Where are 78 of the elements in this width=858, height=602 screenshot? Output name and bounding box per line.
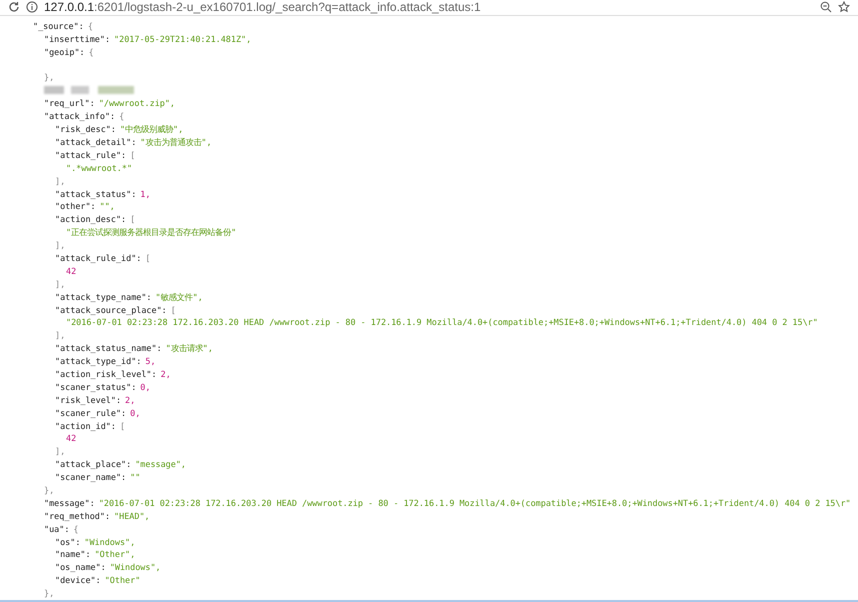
- json-value: "攻击为普通攻击",: [140, 136, 212, 149]
- json-bracket: ],: [55, 329, 66, 342]
- json-key: "req_method":: [44, 510, 110, 523]
- json-key: "attack_detail":: [55, 136, 136, 149]
- reload-icon[interactable]: [8, 1, 20, 14]
- json-bracket: ],: [55, 239, 66, 252]
- json-value: "",: [100, 200, 115, 214]
- json-key: "inserttime":: [44, 32, 110, 46]
- json-bracket: ],: [55, 278, 66, 291]
- zoom-icon[interactable]: [820, 1, 832, 14]
- json-value: 0,: [130, 406, 140, 420]
- json-key: "attack_info":: [44, 110, 116, 124]
- json-value: "Windows",: [110, 561, 161, 574]
- json-key: "ua":: [44, 522, 70, 536]
- json-value: "敏感文件",: [156, 290, 203, 304]
- json-key: "name":: [55, 548, 91, 562]
- json-bracket: {: [73, 522, 78, 536]
- json-key: "attack_source_place":: [55, 304, 167, 316]
- json-value: 5,: [145, 355, 156, 368]
- json-key: "attack_type_name":: [55, 290, 152, 304]
- json-bracket: },: [44, 587, 54, 600]
- json-key: "action_desc":: [55, 213, 126, 226]
- json-key: "req_url":: [44, 97, 95, 110]
- json-key: "message":: [44, 496, 95, 510]
- json-value: "正在尝试探测服务器根目录是否存在网站备份": [66, 226, 236, 240]
- json-value: 42: [66, 432, 76, 446]
- json-key: "risk_desc":: [55, 123, 116, 136]
- json-key: "other":: [55, 200, 96, 214]
- json-value: "message",: [135, 458, 186, 472]
- json-value: ".*wwwroot.*": [66, 162, 132, 175]
- json-key: "action_risk_level":: [55, 368, 157, 381]
- json-value: "HEAD",: [114, 510, 150, 523]
- json-bracket: },: [44, 71, 54, 84]
- json-value: "/wwwroot.zip",: [98, 97, 176, 110]
- json-key: "geoip":: [44, 46, 85, 59]
- json-value: "中危级别威胁",: [120, 123, 184, 136]
- json-value: 0,: [140, 380, 150, 394]
- json-key: "attack_rule":: [55, 148, 126, 162]
- json-key: "scaner_rule":: [55, 406, 126, 420]
- json-key: "os_name":: [55, 561, 106, 574]
- json-bracket: {: [88, 46, 94, 59]
- json-bracket: },: [44, 484, 54, 497]
- json-value: "Other": [104, 574, 140, 588]
- info-icon[interactable]: [26, 1, 38, 14]
- json-key: "risk_level":: [55, 394, 122, 407]
- json-value: "2017-05-29T21:40:21.481Z",: [114, 32, 252, 46]
- json-key: "attack_status_name":: [55, 342, 162, 356]
- json-bracket: [: [130, 213, 136, 226]
- json-key: "scaner_status":: [55, 380, 136, 394]
- json-bracket: [: [170, 304, 176, 316]
- json-key: "attack_type_id":: [55, 355, 142, 368]
- json-key: "action_id":: [55, 420, 116, 432]
- json-value: 2,: [160, 368, 171, 381]
- json-bracket: {: [119, 110, 124, 124]
- url-field[interactable]: 127.0.0.1:6201/logstash-2-u_ex160701.log/_search?q=attack_info.attack_status:1: [44, 0, 814, 14]
- json-key: "device":: [55, 574, 101, 588]
- json-value: 42: [66, 264, 76, 278]
- json-value: "Windows",: [84, 536, 136, 548]
- json-value: "攻击请求",: [166, 342, 213, 356]
- json-bracket: [: [120, 420, 126, 432]
- json-key: "scaner_name":: [55, 471, 126, 484]
- json-value: "Other",: [94, 548, 136, 562]
- json-value: "": [130, 471, 140, 484]
- json-bracket: [: [145, 252, 150, 265]
- json-value: "2016-07-01 02:23:28 172.16.203.20 HEAD /wwwroot.zip - 80 - 172.16.1.9 Mozilla/4.0+(compatible;+MSIE+8.0;+Windows+NT+6.1;+Trident/4.0) 404 0 2 15\r": [98, 496, 851, 510]
- json-bracket: [: [130, 148, 136, 162]
- json-value: 1,: [140, 188, 150, 200]
- json-value: "2016-07-01 02:23:28 172.16.203.20 HEAD /wwwroot.zip - 80 - 172.16.1.9 Mozilla/4.0+(compatible;+MSIE+8.0;+Windows+NT+6.1;+Trident/4.0) 404 0 2 15\r": [66, 316, 818, 330]
- json-key: "attack_status":: [55, 188, 136, 200]
- json-key: "attack_rule_id":: [55, 252, 142, 265]
- json-bracket: {: [88, 20, 93, 33]
- json-value: 2,: [125, 394, 136, 407]
- json-key: "_source":: [33, 20, 84, 33]
- json-bracket: ],: [55, 174, 66, 188]
- json-key: "attack_place":: [55, 458, 132, 472]
- json-bracket: ],: [55, 445, 66, 458]
- json-key: "os":: [55, 536, 80, 548]
- star-icon[interactable]: [838, 1, 850, 14]
